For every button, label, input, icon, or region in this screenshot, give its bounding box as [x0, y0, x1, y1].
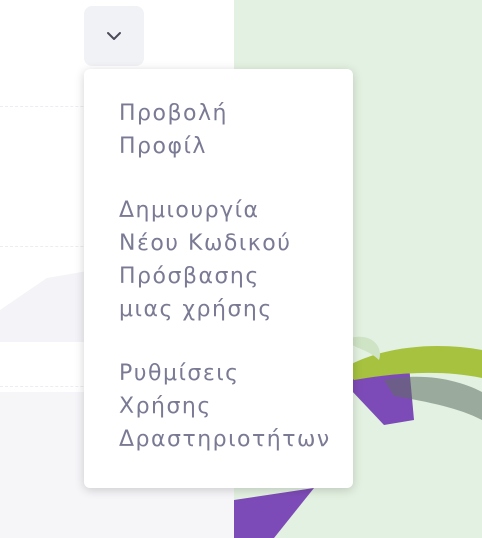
menu-item-label: Δραστηριοτήτων — [119, 427, 331, 452]
leaf-shape — [344, 345, 482, 380]
menu-item-label: μιας χρήσης — [119, 297, 273, 322]
chevron-down-icon — [106, 29, 122, 44]
menu-item-label: Νέου Κωδικού — [119, 231, 292, 256]
menu-item-label: Προβολή — [119, 101, 228, 126]
dropdown-toggle-button[interactable] — [84, 6, 144, 66]
purple-shape — [234, 488, 314, 538]
dropdown-menu: Προβολή Προφίλ Δημιουργία Νέου Κωδικού Π… — [84, 69, 353, 488]
menu-item-label: Ρυθμίσεις — [119, 361, 240, 386]
menu-item-label: Δημιουργία — [119, 198, 260, 223]
menu-item-activity-usage-settings[interactable]: Ρυθμίσεις Χρήσης Δραστηριοτήτων — [119, 357, 349, 456]
menu-item-view-profile[interactable]: Προβολή Προφίλ — [119, 97, 339, 163]
menu-item-create-one-time-password[interactable]: Δημιουργία Νέου Κωδικού Πρόσβασης μιας χ… — [119, 194, 339, 326]
menu-item-label: Προφίλ — [119, 134, 207, 159]
menu-item-label: Χρήσης — [119, 394, 212, 419]
menu-item-label: Πρόσβασης — [119, 264, 260, 289]
